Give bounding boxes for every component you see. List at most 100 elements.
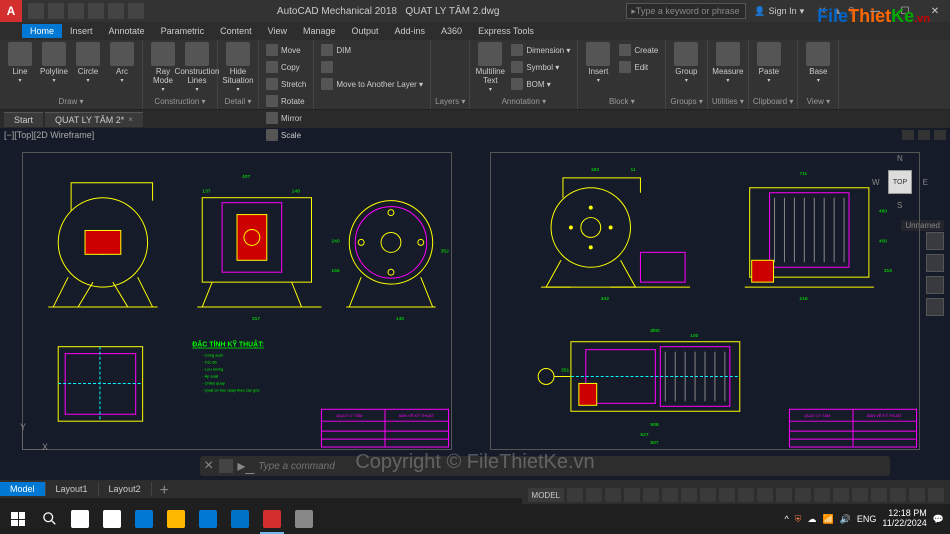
qat-redo-icon[interactable] <box>108 3 124 19</box>
status-ortho-icon[interactable] <box>605 488 621 502</box>
status-model[interactable]: MODEL <box>528 488 564 502</box>
tray-onedrive-icon[interactable]: ☁ <box>807 514 816 525</box>
menu-tab-a360[interactable]: A360 <box>433 24 470 38</box>
nav-orbit-icon[interactable] <box>926 298 944 316</box>
panel-label[interactable]: View ▾ <box>802 96 834 107</box>
taskbar-app-explorer[interactable] <box>160 504 192 534</box>
ribbon-multiline-text-button[interactable]: Multiline Text▾ <box>474 42 506 93</box>
qat-new-icon[interactable] <box>28 3 44 19</box>
taskbar-search-icon[interactable] <box>36 504 64 534</box>
tray-notifications-icon[interactable]: 💬 <box>933 514 944 525</box>
ribbon-arc-button[interactable]: Arc▾ <box>106 42 138 84</box>
menu-tab-parametric[interactable]: Parametric <box>153 24 213 38</box>
taskbar-clock[interactable]: 12:18 PM 11/22/2024 <box>882 509 926 529</box>
panel-label[interactable]: Annotation ▾ <box>474 96 573 107</box>
nav-fullnav-icon[interactable] <box>926 232 944 250</box>
layout-tab-layout1[interactable]: Layout1 <box>46 482 99 496</box>
status-annomonitor-icon[interactable] <box>795 488 811 502</box>
ribbon-stretch-button[interactable]: Stretch <box>263 76 309 92</box>
status-workspace-icon[interactable] <box>776 488 792 502</box>
nav-pan-icon[interactable] <box>926 254 944 272</box>
signin-button[interactable]: 👤 Sign In ▾ <box>746 6 812 17</box>
ribbon-dim-button[interactable]: DIM <box>318 42 426 58</box>
ribbon-bom-button[interactable]: BOM ▾ <box>508 76 573 92</box>
ribbon-mirror-button[interactable]: Mirror <box>263 110 309 126</box>
panel-label[interactable]: Draw ▾ <box>4 96 138 107</box>
taskbar-app-taskview[interactable] <box>96 504 128 534</box>
ribbon-symbol-button[interactable]: Symbol ▾ <box>508 59 573 75</box>
ribbon-group-button[interactable]: Group▾ <box>670 42 702 84</box>
menu-tab-output[interactable]: Output <box>344 24 387 38</box>
status-otrack-icon[interactable] <box>681 488 697 502</box>
ribbon-create-button[interactable]: Create <box>616 42 661 58</box>
ribbon-edit-button[interactable]: Edit <box>616 59 661 75</box>
layout-tab-model[interactable]: Model <box>0 482 46 496</box>
menu-tab-annotate[interactable]: Annotate <box>101 24 153 38</box>
status-cycling-icon[interactable] <box>738 488 754 502</box>
qat-undo-icon[interactable] <box>88 3 104 19</box>
ribbon-paste-button[interactable]: Paste▾ <box>753 42 785 84</box>
layout-tab-layout2[interactable]: Layout2 <box>99 482 152 496</box>
viewport-close-icon[interactable] <box>934 130 946 140</box>
tray-network-icon[interactable]: 📶 <box>822 514 833 525</box>
start-button[interactable] <box>0 504 36 534</box>
panel-label[interactable]: Layers ▾ <box>435 96 465 107</box>
ribbon-scale-button[interactable]: Scale <box>263 127 309 143</box>
tray-language-icon[interactable]: ENG <box>857 514 877 524</box>
file-tab[interactable]: QUAT LY TÂM 2*× <box>45 112 143 127</box>
panel-label[interactable]: Construction ▾ <box>147 96 213 107</box>
ribbon-insert-button[interactable]: Insert▾ <box>582 42 614 84</box>
status-snap-icon[interactable] <box>586 488 602 502</box>
taskbar-app-store[interactable] <box>192 504 224 534</box>
taskbar-app-edge[interactable] <box>128 504 160 534</box>
panel-label[interactable]: Groups ▾ <box>670 96 702 107</box>
qat-save-icon[interactable] <box>68 3 84 19</box>
ribbon-dimension-button[interactable]: Dimension ▾ <box>508 42 573 58</box>
ribbon-line-button[interactable]: Line▾ <box>4 42 36 84</box>
status-units-icon[interactable] <box>814 488 830 502</box>
status-3dosnap-icon[interactable] <box>662 488 678 502</box>
menu-tab-insert[interactable]: Insert <box>62 24 101 38</box>
tray-shield-icon[interactable]: ⛨ <box>795 514 802 525</box>
status-polar-icon[interactable] <box>624 488 640 502</box>
panel-label[interactable] <box>318 105 426 107</box>
ribbon-polyline-button[interactable]: Polyline▾ <box>38 42 70 84</box>
menu-tab-manage[interactable]: Manage <box>295 24 344 38</box>
panel-label[interactable]: Detail ▾ <box>222 96 254 107</box>
menu-tab-add-ins[interactable]: Add-ins <box>387 24 434 38</box>
status-grid-icon[interactable] <box>567 488 583 502</box>
viewport-min-icon[interactable] <box>902 130 914 140</box>
cmd-close-icon[interactable]: × <box>204 457 213 475</box>
ribbon-measure-button[interactable]: Measure▾ <box>712 42 744 84</box>
status-annoscale-icon[interactable] <box>757 488 773 502</box>
qat-open-icon[interactable] <box>48 3 64 19</box>
status-transparency-icon[interactable] <box>719 488 735 502</box>
taskbar-app-autocad[interactable] <box>256 504 288 534</box>
viewport-label[interactable]: [−][Top][2D Wireframe] <box>4 130 94 140</box>
menu-tab-expresstools[interactable]: Express Tools <box>470 24 542 38</box>
drawing-canvas[interactable]: TOP N S E W Unnamed 407 137 148 <box>0 142 950 480</box>
file-tab[interactable]: Start <box>4 112 43 127</box>
qat-print-icon[interactable] <box>128 3 144 19</box>
menu-tab-home[interactable]: Home <box>22 24 62 38</box>
status-quickprops-icon[interactable] <box>833 488 849 502</box>
taskbar-app-cortana[interactable] <box>64 504 96 534</box>
ribbon-construction-lines-button[interactable]: Construction Lines▾ <box>181 42 213 93</box>
ribbon-movetoanotherlayer-button[interactable]: Move to Another Layer ▾ <box>318 76 426 92</box>
status-lock-icon[interactable] <box>852 488 868 502</box>
panel-label[interactable]: Block ▾ <box>582 96 661 107</box>
close-tab-icon[interactable]: × <box>128 115 133 124</box>
help-search-input[interactable]: ▸ Type a keyword or phrase <box>626 3 746 19</box>
layout-add-button[interactable]: + <box>152 480 177 498</box>
status-hardware-icon[interactable] <box>890 488 906 502</box>
menu-tab-view[interactable]: View <box>260 24 295 38</box>
taskbar-app-paint[interactable] <box>288 504 320 534</box>
nav-zoom-icon[interactable] <box>926 276 944 294</box>
status-isolate-icon[interactable] <box>871 488 887 502</box>
ribbon-base-button[interactable]: Base▾ <box>802 42 834 84</box>
panel-label[interactable]: Clipboard ▾ <box>753 96 793 107</box>
ribbon--button[interactable] <box>318 59 426 75</box>
status-clean-icon[interactable] <box>909 488 925 502</box>
panel-label[interactable]: Utilities ▾ <box>712 96 744 107</box>
ribbon-rotate-button[interactable]: Rotate <box>263 93 309 109</box>
